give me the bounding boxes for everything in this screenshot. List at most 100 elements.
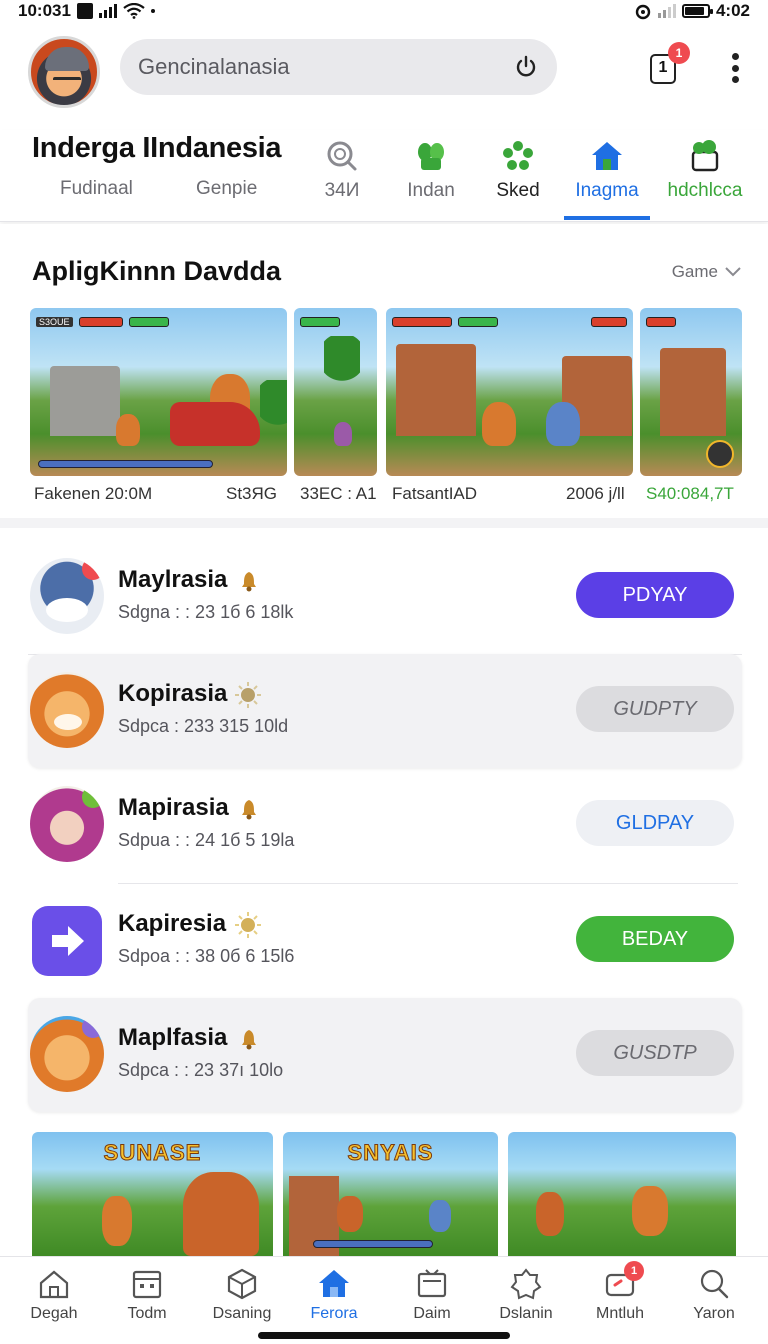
tab-indan[interactable]: Indan xyxy=(391,138,471,202)
nav-label: Todm xyxy=(127,1305,167,1322)
search-input-value: Gencinalanasia xyxy=(138,54,290,79)
flower-icon xyxy=(503,141,533,170)
bottom-navigation: Degah Todm Dsaning Ferora Daim Dslanin 1… xyxy=(0,1256,768,1344)
nav-label: Degah xyxy=(30,1305,78,1322)
play-button[interactable]: GLDPAY xyxy=(576,800,734,846)
app-subtitle: Sdpca : 233 315 10ld xyxy=(118,716,289,736)
play-button[interactable]: BEDAY xyxy=(576,916,734,962)
app-icon xyxy=(30,672,104,748)
list-item[interactable]: Maplfasia Sdpca : : 23 37ı 10lo GUSDTP xyxy=(28,998,742,1112)
promo-banner-2[interactable]: SNYAIS xyxy=(283,1132,498,1256)
app-subtitle: Sdpca : : 23 37ı 10lo xyxy=(118,1060,284,1080)
active-tab-indicator xyxy=(564,216,650,220)
shot-caption: St3ЯG xyxy=(226,484,278,503)
nav-label: Dsaning xyxy=(212,1305,272,1322)
sun-icon xyxy=(235,682,261,708)
featured-section: ApligKinnn Davdda Game S3OUE Fakenen 20:… xyxy=(0,224,768,528)
action-button-icon xyxy=(706,440,734,468)
notification-badge: 1 xyxy=(668,42,690,64)
promo-banner-1[interactable]: SUNASE xyxy=(32,1132,273,1256)
status-bar: 10:031 4:02 xyxy=(0,0,768,22)
shot-caption: 33EC : A1 xyxy=(300,484,377,503)
app-name: Maylrasia xyxy=(118,566,228,593)
nav-label: Daim xyxy=(413,1305,451,1322)
nav-yaron[interactable]: Yaron xyxy=(668,1267,760,1323)
nav-label: Dslanin xyxy=(499,1305,553,1322)
notifications-button[interactable]: 1 1 xyxy=(642,42,690,86)
nav-dsaning[interactable]: Dsaning xyxy=(196,1267,288,1323)
tab-inagma[interactable]: Inagma xyxy=(567,138,647,202)
leaf-icon xyxy=(418,143,444,170)
tab-label: Inagma xyxy=(575,180,639,201)
section-title: ApligKinnn Davdda xyxy=(32,256,281,286)
game-screenshot-4[interactable] xyxy=(640,308,742,476)
shot-caption: Fakenen 20:0M xyxy=(34,484,153,503)
cube-icon xyxy=(227,1268,257,1300)
shot-caption: 2006 j/ll xyxy=(566,484,625,503)
nav-dslanin[interactable]: Dslanin xyxy=(480,1267,572,1323)
battery-icon xyxy=(681,4,713,18)
alarm-icon xyxy=(635,4,651,20)
cart-shape xyxy=(170,402,260,446)
nav-daim[interactable]: Daim xyxy=(386,1267,478,1323)
top-header: Gencinalanasia 1 1 xyxy=(0,34,768,108)
bell-icon xyxy=(242,1030,256,1050)
notification-status-icon xyxy=(76,3,93,19)
signal-weak-icon xyxy=(657,4,676,18)
status-time-right: 4:02 xyxy=(715,1,750,20)
shot-caption: FatsantIAD xyxy=(392,484,478,503)
calendar-icon xyxy=(132,1270,162,1299)
category-header: Inderga IIndanesia Fudinaal Genpie 34И I… xyxy=(0,130,768,222)
search-input[interactable]: Gencinalanasia xyxy=(120,39,557,95)
tab-hdchlcca[interactable]: hdchlcca xyxy=(665,138,745,202)
update-button[interactable]: GUDPTY xyxy=(576,686,734,732)
game-screenshot-1[interactable]: S3OUE xyxy=(30,308,287,476)
play-button[interactable]: PDYAY xyxy=(576,572,734,618)
chevron-down-icon xyxy=(725,267,741,277)
dot-icon xyxy=(150,9,155,13)
nav-label: Ferora xyxy=(310,1305,358,1322)
sun-icon xyxy=(235,912,261,938)
bell-icon xyxy=(242,572,256,592)
status-right: 4:02 xyxy=(634,1,750,21)
list-item[interactable]: Kopirasia Sdpca : 233 315 10ld GUDPTY xyxy=(28,654,742,768)
sub-tab-fudinaal[interactable]: Fudinaal xyxy=(60,178,133,200)
app-name: Kopirasia xyxy=(118,680,228,707)
sub-tab-genpie[interactable]: Genpie xyxy=(196,178,257,200)
arrow-right-icon xyxy=(52,926,84,956)
game-filter-dropdown[interactable]: Game xyxy=(672,262,742,282)
home-icon xyxy=(592,142,622,170)
banner-title: SUNASE xyxy=(103,1140,202,1166)
app-icon xyxy=(32,906,102,976)
avatar[interactable] xyxy=(28,36,100,108)
game-screenshot-3[interactable] xyxy=(386,308,633,476)
power-icon[interactable] xyxy=(513,54,539,80)
shot-caption: S40:084,7T xyxy=(646,484,734,503)
promo-banners: SUNASE SNYAIS xyxy=(0,1132,768,1256)
more-options-button[interactable] xyxy=(722,50,748,86)
game-screenshot-2[interactable] xyxy=(294,308,377,476)
home-indicator[interactable] xyxy=(258,1332,510,1339)
app-name: Maplfasia xyxy=(118,1024,228,1051)
list-item[interactable]: Mapirasia Sdpua : : 24 1б 5 19la GLDPAY xyxy=(28,768,742,882)
app-subtitle: Sdgna : : 23 1б 6 18lk xyxy=(118,602,294,622)
nav-ferora[interactable]: Ferora xyxy=(288,1267,380,1323)
nav-todm[interactable]: Todm xyxy=(101,1267,193,1323)
wifi-icon xyxy=(123,3,145,19)
nav-mntluh[interactable]: 1 Mntluh xyxy=(574,1261,666,1323)
nav-degah[interactable]: Degah xyxy=(8,1267,100,1323)
tab-sked[interactable]: Sked xyxy=(478,138,558,202)
tv-icon xyxy=(417,1269,447,1298)
list-item[interactable]: Kapiresia Sdpoa : : 38 0б 6 15l6 BEDAY xyxy=(28,884,742,998)
update-button[interactable]: GUSDTP xyxy=(576,1030,734,1076)
promo-banner-3[interactable] xyxy=(508,1132,736,1256)
tab-label: Sked xyxy=(496,180,540,201)
app-name: Mapirasia xyxy=(118,794,229,821)
list-item[interactable]: Maylrasia Sdgna : : 23 1б 6 18lk PDYAY xyxy=(28,540,742,654)
nav-label: Mntluh xyxy=(595,1305,645,1322)
shot-badge: S3OUE xyxy=(36,317,73,327)
app-subtitle: Sdpua : : 24 1б 5 19la xyxy=(118,830,295,850)
tab-label: hdchlcca xyxy=(667,180,743,201)
app-icon xyxy=(30,558,104,634)
tab-34n[interactable]: 34И xyxy=(302,138,382,202)
